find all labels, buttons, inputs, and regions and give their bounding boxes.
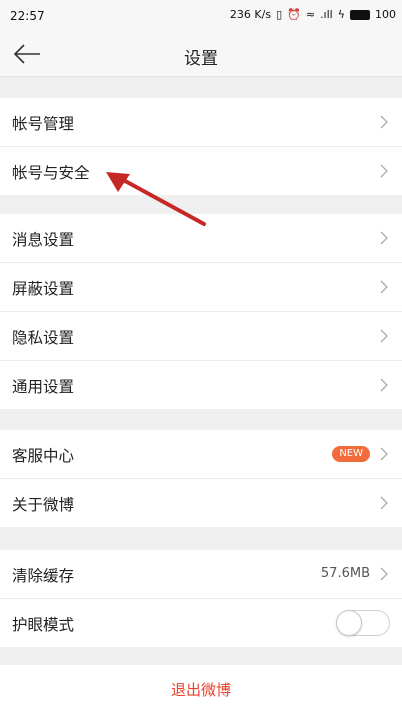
row-label: 消息设置 xyxy=(12,231,75,249)
network-speed: 236 K/s xyxy=(229,8,272,21)
status-icons: 236 K/s ▯ ⏰ ≈ .ıll ϟ 100 xyxy=(230,8,396,21)
row-common-settings[interactable]: 通用设置 xyxy=(0,361,402,409)
row-label: 帐号与安全 xyxy=(12,164,90,182)
charging-icon: ϟ xyxy=(337,8,345,21)
row-clear-cache[interactable]: 清除缓存 57.6MB xyxy=(0,550,402,599)
new-badge: NEW xyxy=(332,446,370,462)
row-label: 清除缓存 xyxy=(12,567,75,585)
chevron-right-icon xyxy=(380,115,388,129)
battery-level: 100 xyxy=(375,8,396,21)
logout-button[interactable]: 退出微博 xyxy=(0,665,402,713)
chevron-right-icon xyxy=(380,496,388,510)
chevron-right-icon xyxy=(380,329,388,343)
row-label: 通用设置 xyxy=(12,378,75,396)
page-title: 设置 xyxy=(184,49,218,69)
battery-icon xyxy=(350,9,370,20)
row-label: 帐号管理 xyxy=(12,115,75,133)
row-label: 隐私设置 xyxy=(12,329,75,347)
cache-size: 57.6MB xyxy=(320,566,370,581)
annotation-arrow-icon xyxy=(106,172,206,226)
row-about-weibo[interactable]: 关于微博 xyxy=(0,479,402,527)
chevron-right-icon xyxy=(380,567,388,581)
row-label: 关于微博 xyxy=(12,496,75,514)
row-eye-care-mode: 护眼模式 xyxy=(0,599,402,647)
row-customer-service[interactable]: 客服中心 NEW xyxy=(0,430,402,479)
logout-label: 退出微博 xyxy=(170,681,231,699)
row-label: 护眼模式 xyxy=(12,616,75,634)
chevron-right-icon xyxy=(380,164,388,178)
chevron-right-icon xyxy=(380,231,388,245)
header-bar: 设置 xyxy=(0,32,402,77)
chevron-right-icon xyxy=(380,447,388,461)
toggle-knob xyxy=(336,610,362,636)
row-account-manage[interactable]: 帐号管理 xyxy=(0,98,402,147)
wifi-icon: ≈ xyxy=(305,8,316,21)
settings-group-display: 清除缓存 57.6MB 护眼模式 xyxy=(0,550,402,647)
eye-care-toggle[interactable] xyxy=(336,610,390,636)
row-label: 屏蔽设置 xyxy=(12,280,75,298)
settings-group-help: 客服中心 NEW 关于微博 xyxy=(0,430,402,527)
status-time: 22:57 xyxy=(10,9,45,23)
signal-icon: .ıll xyxy=(320,8,333,21)
settings-group-general: 消息设置 屏蔽设置 隐私设置 通用设置 xyxy=(0,214,402,409)
chevron-right-icon xyxy=(380,378,388,392)
row-privacy-settings[interactable]: 隐私设置 xyxy=(0,312,402,361)
status-bar: 22:57 236 K/s ▯ ⏰ ≈ .ıll ϟ 100 xyxy=(0,0,402,32)
row-label: 客服中心 xyxy=(12,447,75,465)
row-block-settings[interactable]: 屏蔽设置 xyxy=(0,263,402,312)
vibrate-icon: ▯ xyxy=(276,8,283,21)
chevron-right-icon xyxy=(380,280,388,294)
alarm-icon: ⏰ xyxy=(287,8,301,21)
